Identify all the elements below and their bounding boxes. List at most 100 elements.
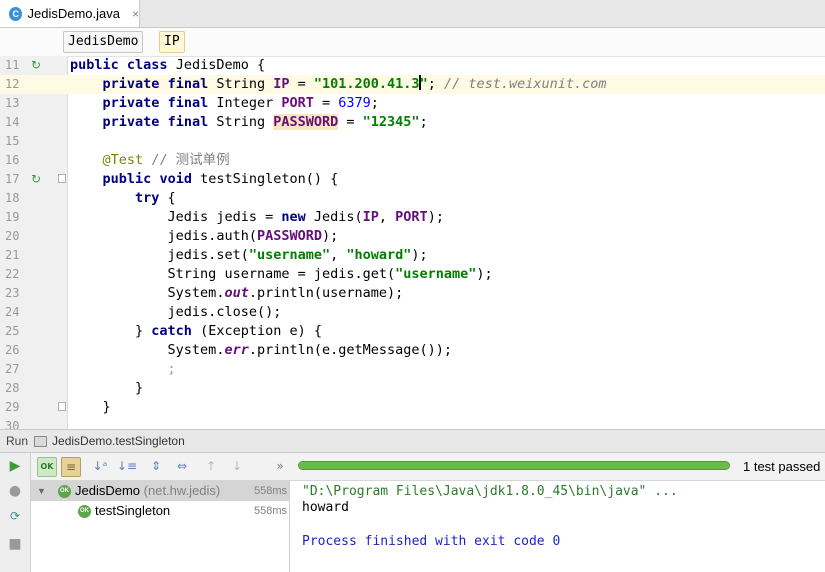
code-line: 25 } catch (Exception e) { [0, 322, 825, 341]
line-number: 29 [5, 400, 20, 414]
code-text: jedis.close(); [167, 304, 282, 320]
code-text: } [135, 380, 144, 396]
code-line: 24 jedis.close(); [0, 303, 825, 322]
breadcrumb-class[interactable]: JedisDemo [63, 31, 144, 53]
breadcrumb: JedisDemo IP [0, 28, 825, 57]
code-text: Jedis jedis = new Jedis(IP, PORT); [167, 209, 444, 225]
sort-by-duration-icon[interactable]: ↓≡ [117, 457, 137, 475]
line-number: 17 [5, 172, 20, 186]
code-text: } catch (Exception e) { [135, 323, 322, 339]
run-method-icon[interactable]: ↻ [31, 172, 41, 187]
line-number: 15 [5, 134, 20, 148]
run-tool-window-header: Run JedisDemo.testSingleton [0, 429, 825, 453]
code-line: 29 } [0, 398, 825, 417]
run-label[interactable]: Run [6, 434, 28, 448]
close-tab-icon[interactable]: × [132, 7, 139, 21]
test-progress-bar [298, 461, 730, 470]
show-passed-button[interactable]: OK [37, 457, 57, 477]
code-text: System.out.println(username); [167, 285, 404, 301]
java-class-icon: C [9, 6, 23, 21]
run-action-strip: ▶ ● ⟳ ■ [0, 453, 31, 572]
test-method-name: testSingleton [95, 503, 171, 518]
run-config-title[interactable]: JedisDemo.testSingleton [52, 434, 185, 448]
code-text: System.err.println(e.getMessage()); [167, 342, 453, 358]
rerun-failed-icon[interactable]: ● [7, 483, 23, 499]
toggle-auto-test-icon[interactable]: ⟳ [7, 508, 23, 524]
line-number: 25 [5, 324, 20, 338]
next-test-icon[interactable]: ↓ [229, 457, 245, 475]
test-class-name: JedisDemo (net.hw.jedis) [75, 483, 221, 498]
expand-all-icon[interactable]: ⇕ [147, 457, 165, 475]
code-text: } [102, 399, 111, 415]
code-text: private final String PASSWORD = "12345"; [102, 114, 428, 130]
fold-marker-icon[interactable] [58, 402, 66, 411]
code-line: 20 jedis.auth(PASSWORD); [0, 227, 825, 246]
code-line: 18 try { [0, 189, 825, 208]
line-number: 22 [5, 267, 20, 281]
code-text: @Test // 测试单例 [102, 152, 230, 168]
code-line: 19 Jedis jedis = new Jedis(IP, PORT); [0, 208, 825, 227]
code-line-current: 12 private final String IP = "101.200.41… [0, 75, 825, 94]
test-results-tree: ▼ OK JedisDemo (net.hw.jedis) 558ms OK t… [31, 481, 290, 572]
collapse-arrow-icon[interactable]: ▼ [37, 481, 46, 501]
console-output-line: howard [302, 500, 349, 515]
rerun-play-icon[interactable]: ▶ [7, 458, 23, 474]
code-line: 13 private final Integer PORT = 6379; [0, 94, 825, 113]
run-class-icon[interactable]: ↻ [31, 58, 41, 73]
line-number: 26 [5, 343, 20, 357]
line-number: 11 [5, 58, 20, 72]
test-progress-fill [299, 462, 729, 469]
editor-tab-jedisdemo[interactable]: C JedisDemo.java × [0, 0, 140, 27]
line-number: 14 [5, 115, 20, 129]
code-line: 21 jedis.set("username", "howard"); [0, 246, 825, 265]
stop-icon[interactable]: ■ [7, 536, 23, 552]
code-line: 26 System.err.println(e.getMessage()); [0, 341, 825, 360]
test-passed-icon: OK [58, 485, 71, 498]
line-number: 21 [5, 248, 20, 262]
collapse-all-icon[interactable]: ⇔ [173, 457, 191, 475]
sort-alphabetically-icon[interactable]: ↓ᵃ [91, 457, 109, 475]
run-toolbar: OK ≡ ↓ᵃ ↓≡ ⇕ ⇔ ↑ ↓ » 1 test passed [31, 453, 825, 481]
line-number: 28 [5, 381, 20, 395]
breadcrumb-field[interactable]: IP [159, 31, 185, 53]
code-line: 16 @Test // 测试单例 [0, 151, 825, 170]
test-tree-row-class[interactable]: ▼ OK JedisDemo (net.hw.jedis) 558ms [31, 481, 289, 501]
line-number: 24 [5, 305, 20, 319]
previous-test-icon[interactable]: ↑ [203, 457, 219, 475]
code-line: 28 } [0, 379, 825, 398]
line-number: 30 [5, 419, 20, 429]
code-line: 17 ↻ public void testSingleton() { [0, 170, 825, 189]
code-line: 23 System.out.println(username); [0, 284, 825, 303]
line-number: 23 [5, 286, 20, 300]
code-line: 30 [0, 417, 825, 429]
show-ignored-icon[interactable]: ≡ [61, 457, 81, 477]
code-text: public void testSingleton() { [102, 171, 339, 187]
test-status-text: 1 test passed [743, 459, 821, 474]
console-output[interactable]: "D:\Program Files\Java\jdk1.8.0_45\bin\j… [290, 481, 825, 572]
code-line: 11 ↻ public class JedisDemo { [0, 56, 825, 75]
code-text: ; [167, 361, 176, 377]
code-text: try { [135, 190, 176, 206]
code-text: private final String IP = "101.200.41.3"… [102, 75, 607, 92]
line-number: 18 [5, 191, 20, 205]
fold-marker-icon[interactable] [58, 174, 66, 183]
line-number: 19 [5, 210, 20, 224]
code-text: private final Integer PORT = 6379; [102, 95, 379, 111]
test-passed-icon: OK [78, 505, 91, 518]
code-text: String username = jedis.get("username"); [167, 266, 493, 282]
line-number: 20 [5, 229, 20, 243]
test-duration: 558ms [253, 505, 287, 517]
code-text: jedis.set("username", "howard"); [167, 247, 428, 263]
line-number: 12 [5, 77, 20, 91]
test-tree-row-method[interactable]: OK testSingleton 558ms [31, 501, 289, 521]
more-actions-icon[interactable]: » [273, 457, 287, 475]
code-editor[interactable]: 11 ↻ public class JedisDemo { 12 private… [0, 56, 825, 429]
run-config-icon [34, 435, 48, 447]
editor-tab-bar: C JedisDemo.java × [0, 0, 825, 28]
code-line: 14 private final String PASSWORD = "1234… [0, 113, 825, 132]
test-duration: 558ms [253, 485, 287, 497]
line-number: 16 [5, 153, 20, 167]
code-line: 27 ; [0, 360, 825, 379]
code-text: public class JedisDemo { [70, 57, 266, 73]
console-command-line: "D:\Program Files\Java\jdk1.8.0_45\bin\j… [302, 484, 678, 499]
